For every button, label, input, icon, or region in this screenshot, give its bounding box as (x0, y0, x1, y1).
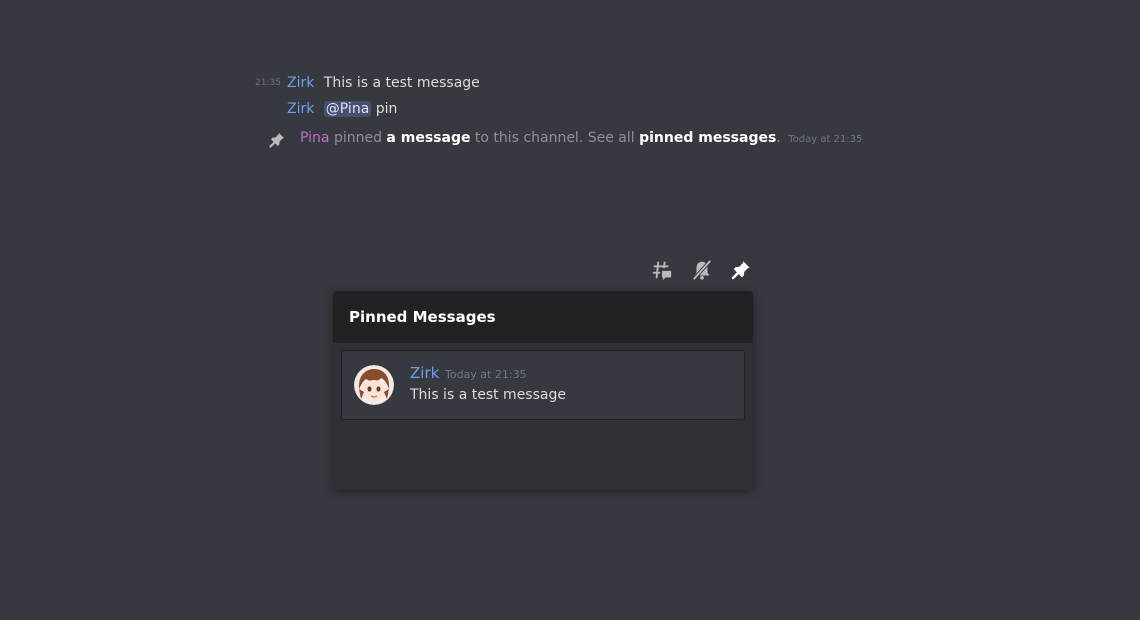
jump-to-message-link[interactable]: a message (386, 130, 470, 146)
message-author[interactable]: Zirk (287, 75, 314, 91)
avatar[interactable] (354, 365, 394, 405)
pinned-messages-link[interactable]: pinned messages (639, 130, 776, 146)
pinned-messages-popout: Pinned Messages Zirk Today at 21:35 This… (333, 291, 753, 490)
message: Zirk This is a test message (287, 73, 480, 93)
threads-icon[interactable] (651, 259, 673, 281)
system-message-end: . (776, 130, 781, 146)
system-message-timestamp: Today at 21:35 (788, 134, 863, 145)
pinned-message-content: This is a test message (410, 387, 566, 403)
system-message-text: to this channel. See all (474, 130, 635, 146)
notifications-muted-icon[interactable] (691, 259, 713, 281)
pinned-message-card[interactable]: Zirk Today at 21:35 This is a test messa… (341, 350, 745, 420)
message-author[interactable]: Zirk (287, 101, 314, 117)
pin-icon (269, 132, 285, 148)
system-message-text: pinned (333, 130, 382, 146)
message-content: pin (375, 101, 398, 117)
pinned-message-timestamp: Today at 21:35 (445, 368, 527, 381)
pinned-messages-icon[interactable] (730, 259, 752, 281)
user-mention[interactable]: @Pina (323, 101, 372, 117)
message-content: This is a test message (323, 75, 480, 91)
chat-view: 21:35 Zirk This is a test message Zirk @… (0, 0, 1140, 620)
popout-title: Pinned Messages (333, 291, 753, 343)
system-message: Pina pinned a message to this channel. S… (300, 128, 862, 150)
message: Zirk @Pina pin (287, 99, 397, 119)
message-timestamp: 21:35 (255, 78, 281, 88)
system-message-user[interactable]: Pina (300, 130, 329, 146)
pinned-message-author[interactable]: Zirk (410, 364, 439, 382)
